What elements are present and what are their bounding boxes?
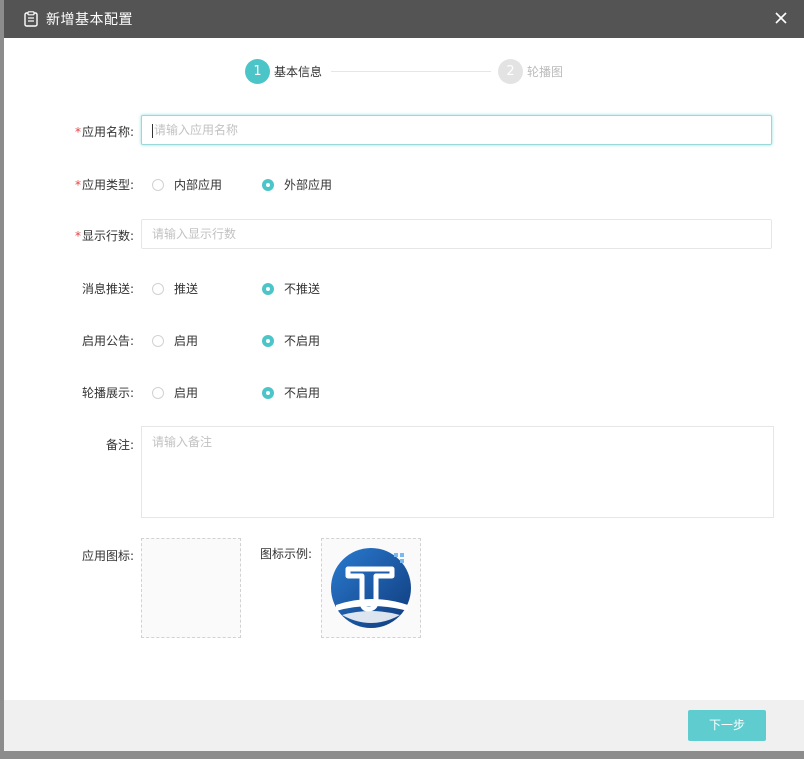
radio-carousel-disable[interactable]: 不启用 [262, 384, 320, 401]
radio-push[interactable]: 推送 [152, 280, 198, 297]
radio-dot [152, 178, 164, 191]
remark-textarea[interactable]: 请输入备注 [141, 426, 774, 518]
required-mark: * [74, 125, 81, 139]
form-row-display-rows: *显示行数: 请输入显示行数 [4, 219, 804, 251]
radio-dot [152, 386, 164, 399]
text-caret [152, 123, 153, 138]
radio-internal-app[interactable]: 内部应用 [152, 176, 222, 193]
radio-dot-selected [262, 282, 274, 295]
radio-carousel-enable[interactable]: 启用 [152, 384, 198, 401]
radio-external-app[interactable]: 外部应用 [262, 176, 332, 193]
required-mark: * [74, 178, 81, 192]
form-row-app-type: *应用类型: 内部应用 外部应用 [4, 174, 804, 194]
app-icon-label: 应用图标: [81, 549, 134, 563]
radio-dot-selected [262, 386, 274, 399]
step-1-label: 基本信息 [274, 65, 323, 79]
form-row-push: 消息推送: 推送 不推送 [4, 278, 804, 298]
next-step-button[interactable]: 下一步 [688, 710, 766, 741]
app-name-input[interactable]: 请输入应用名称 [141, 115, 772, 145]
form-row-announcement: 启用公告: 启用 不启用 [4, 330, 804, 350]
dialog-footer: 下一步 [4, 700, 804, 751]
app-logo-icon [331, 548, 411, 628]
dialog: 新增基本配置 1 基本信息 2 轮播图 *应用名称: 请输入应用名称 *应用类型… [4, 0, 804, 751]
remark-label: 备注: [105, 438, 134, 452]
radio-no-push[interactable]: 不推送 [262, 280, 320, 297]
carousel-label: 轮播展示: [81, 386, 134, 400]
step-2-number: 2 [498, 59, 523, 84]
step-connector [331, 71, 491, 72]
icon-example-label: 图标示例: [260, 547, 313, 561]
dialog-titlebar: 新增基本配置 [4, 0, 804, 38]
required-mark: * [74, 229, 81, 243]
radio-dot-selected [262, 178, 274, 191]
radio-announcement-enable[interactable]: 启用 [152, 332, 198, 349]
form-row-app-name: *应用名称: 请输入应用名称 [4, 115, 804, 147]
close-icon[interactable] [772, 9, 790, 27]
radio-dot [152, 334, 164, 347]
display-rows-label: *显示行数: [74, 229, 134, 243]
app-icon-upload[interactable] [141, 538, 241, 638]
radio-dot-selected [262, 334, 274, 347]
radio-dot [152, 282, 164, 295]
step-1-number: 1 [245, 59, 270, 84]
radio-announcement-disable[interactable]: 不启用 [262, 332, 320, 349]
dialog-title: 新增基本配置 [46, 12, 133, 28]
app-name-label: *应用名称: [74, 125, 134, 139]
icon-example-box [321, 538, 421, 638]
step-2-label: 轮播图 [527, 65, 564, 79]
clipboard-icon [24, 11, 38, 27]
app-type-label: *应用类型: [74, 178, 134, 192]
form-row-carousel: 轮播展示: 启用 不启用 [4, 382, 804, 402]
display-rows-input[interactable]: 请输入显示行数 [141, 219, 772, 249]
step-indicator: 1 基本信息 2 轮播图 [245, 59, 585, 85]
announcement-label: 启用公告: [81, 334, 134, 348]
push-label: 消息推送: [81, 282, 134, 296]
